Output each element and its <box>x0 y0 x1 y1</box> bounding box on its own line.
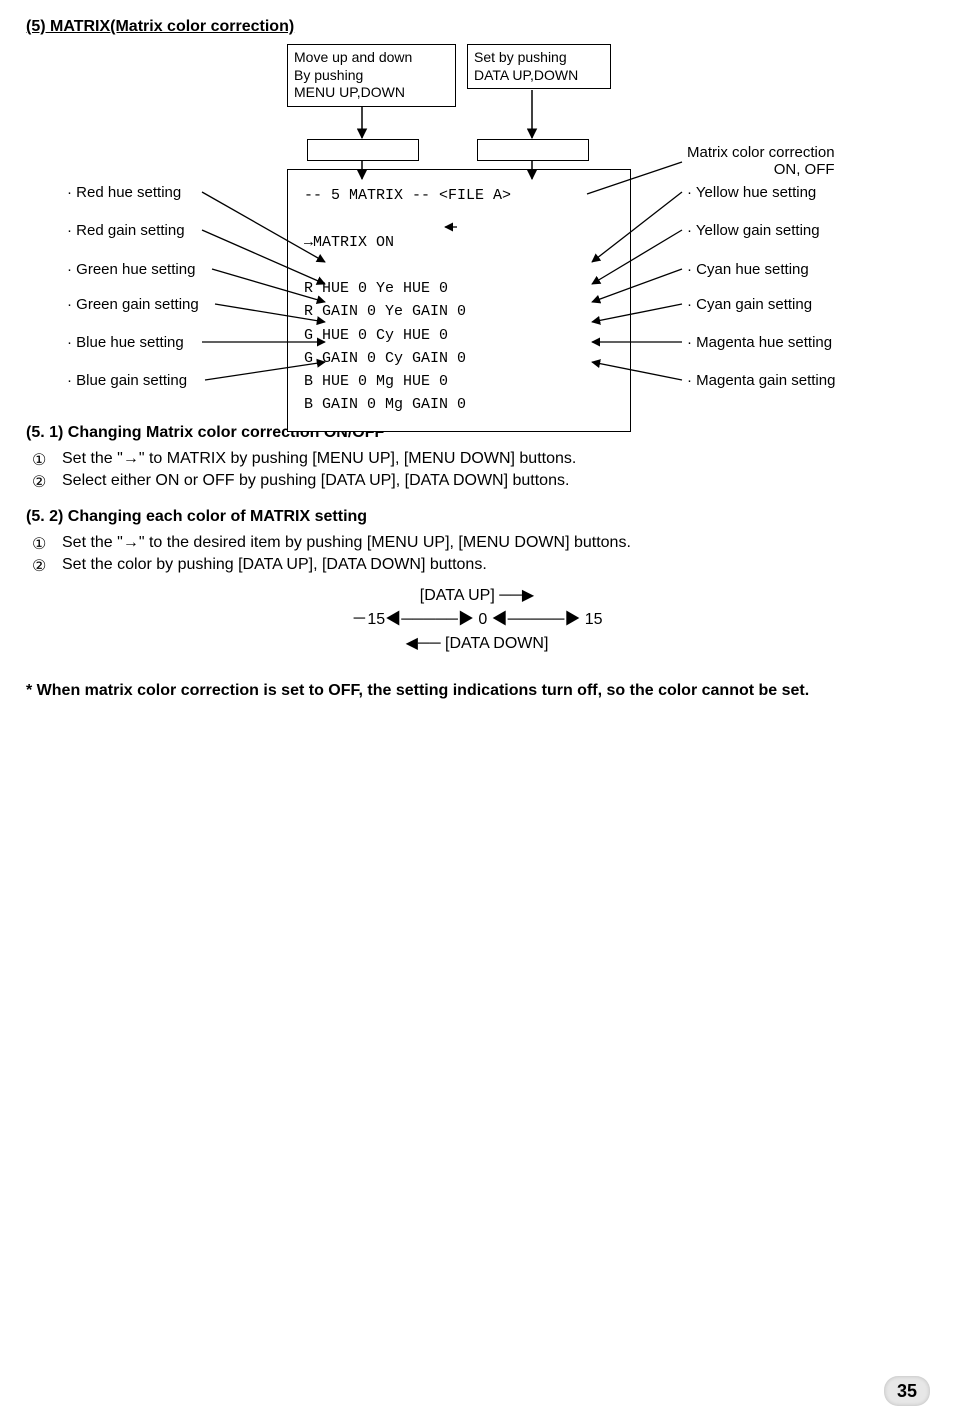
label-cyan-hue: · Cyan hue setting <box>687 261 809 278</box>
data-range-scale: －15◀─────▶ 0 ◀─────▶ 15 <box>297 608 657 632</box>
hint-menu-updown: Move up and down By pushing MENU UP,DOWN <box>287 44 456 107</box>
menu-screen: -- 5 MATRIX -- <FILE A> →MATRIX ON R HUE… <box>287 169 631 432</box>
hint-data-updown: Set by pushing DATA UP,DOWN <box>467 44 611 89</box>
label-yellow-gain: · Yellow gain setting <box>687 222 820 239</box>
step-text: Select either ON or OFF by pushing [DATA… <box>62 472 569 489</box>
step-marker-1: ① <box>32 450 46 470</box>
step-text: Set the color by pushing [DATA UP], [DAT… <box>62 556 487 573</box>
label-yellow-hue: · Yellow hue setting <box>687 184 816 201</box>
menu-target-box <box>307 139 419 161</box>
label-magenta-hue: · Magenta hue setting <box>687 334 832 351</box>
label-matrix-onoff: Matrix color correction ON, OFF <box>687 144 835 178</box>
data-range-diagram: [DATA UP] ──▶ －15◀─────▶ 0 ◀─────▶ 15 ◀─… <box>297 584 657 656</box>
label-green-gain: · Green gain setting <box>67 296 199 313</box>
step-text: Set the "→" to MATRIX by pushing [MENU U… <box>62 450 576 467</box>
diagram: Move up and down By pushing MENU UP,DOWN… <box>27 44 927 404</box>
data-up-label: [DATA UP] ──▶ <box>297 584 657 608</box>
data-down-label: ◀── [DATA DOWN] <box>297 632 657 656</box>
label-red-gain: · Red gain setting <box>67 222 185 239</box>
label-magenta-gain: · Magenta gain setting <box>687 372 835 389</box>
step-marker-2: ② <box>32 556 46 576</box>
subsection-5-1-steps: ① Set the "→" to MATRIX by pushing [MENU … <box>26 450 928 490</box>
footnote: * When matrix color correction is set to… <box>26 682 928 700</box>
subsection-5-2-title: (5. 2) Changing each color of MATRIX set… <box>26 508 928 526</box>
step-marker-2: ② <box>32 472 46 492</box>
label-red-hue: · Red hue setting <box>67 184 181 201</box>
label-blue-gain: · Blue gain setting <box>67 372 187 389</box>
page-number: 35 <box>884 1376 930 1406</box>
step-marker-1: ① <box>32 534 46 554</box>
step-text: Set the "→" to the desired item by pushi… <box>62 534 631 551</box>
subsection-5-2-steps: ① Set the "→" to the desired item by push… <box>26 534 928 574</box>
label-green-hue: · Green hue setting <box>67 261 195 278</box>
section-title: (5) MATRIX(Matrix color correction) <box>26 18 928 36</box>
data-target-box <box>477 139 589 161</box>
label-blue-hue: · Blue hue setting <box>67 334 184 351</box>
label-cyan-gain: · Cyan gain setting <box>687 296 812 313</box>
